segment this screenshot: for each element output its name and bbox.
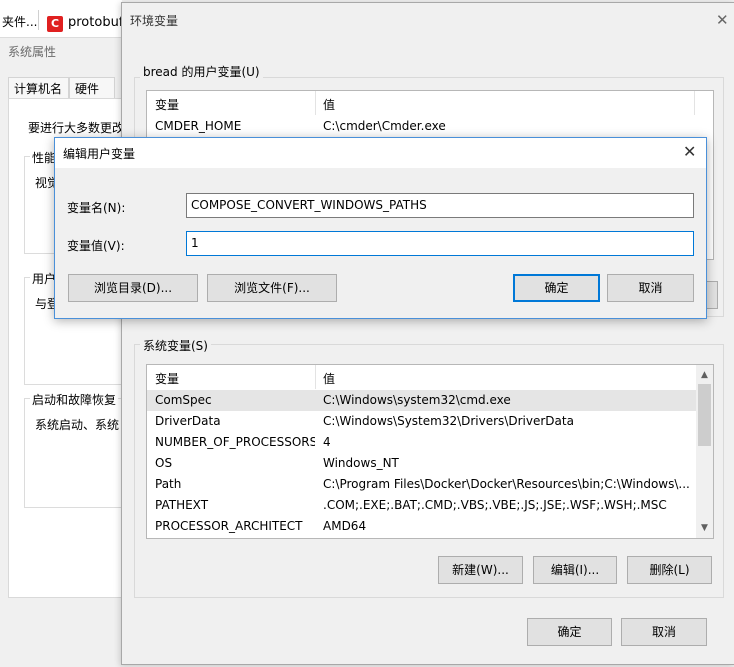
- row-name: DriverData: [155, 414, 221, 428]
- cancel-button[interactable]: 取消: [621, 618, 707, 646]
- variable-value-label: 变量值(V):: [67, 239, 125, 253]
- variable-name-field[interactable]: COMPOSE_CONVERT_WINDOWS_PATHS: [186, 193, 694, 218]
- system-properties-window: 系统属性 计算机名 硬件 要进行大多数更改 性能 视觉 用户 与登 启动和故障恢…: [0, 38, 125, 633]
- column-divider[interactable]: [315, 365, 316, 389]
- dialog-title: 编辑用户变量: [63, 147, 136, 161]
- new-system-variable-button[interactable]: 新建(W)...: [438, 556, 523, 584]
- intro-text: 要进行大多数更改: [28, 121, 125, 135]
- variable-name-label: 变量名(N):: [67, 201, 126, 215]
- user-variables-button-partial[interactable]: [706, 281, 718, 309]
- window-title: 环境变量: [130, 14, 179, 28]
- tab-computer-name[interactable]: 计算机名: [8, 77, 69, 98]
- row-value: C:\Windows\system32\cmd.exe: [323, 393, 511, 407]
- app-title[interactable]: protobuf-: [68, 15, 127, 30]
- column-header-name[interactable]: 变量: [155, 370, 179, 387]
- startup-group: [24, 398, 123, 508]
- column-header-value[interactable]: 值: [323, 370, 335, 387]
- table-row[interactable]: PATHEXT .COM;.EXE;.BAT;.CMD;.VBS;.VBE;.J…: [147, 495, 697, 516]
- column-divider[interactable]: [694, 91, 695, 115]
- table-row[interactable]: OS Windows_NT: [147, 453, 697, 474]
- column-header-value[interactable]: 值: [323, 96, 335, 113]
- delete-system-variable-button[interactable]: 删除(L): [627, 556, 712, 584]
- title-bar[interactable]: 编辑用户变量 ✕: [55, 138, 706, 168]
- chevron-down-icon[interactable]: ▼: [696, 520, 713, 537]
- row-value: C:\Windows\System32\Drivers\DriverData: [323, 414, 574, 428]
- ok-button[interactable]: 确定: [527, 618, 612, 646]
- edit-user-variable-dialog: 编辑用户变量 ✕ 变量名(N): COMPOSE_CONVERT_WINDOWS…: [54, 137, 707, 319]
- table-row[interactable]: DriverData C:\Windows\System32\Drivers\D…: [147, 411, 697, 432]
- table-row[interactable]: ComSpec C:\Windows\system32\cmd.exe: [147, 390, 697, 411]
- table-row[interactable]: PROCESSOR_ARCHITECT AMD64: [147, 516, 697, 537]
- background-taskbar-strip: 夹件... C protobuf-: [0, 0, 127, 38]
- browse-directory-button[interactable]: 浏览目录(D)...: [68, 274, 198, 302]
- close-icon[interactable]: ✕: [683, 142, 696, 161]
- window-title: 系统属性: [8, 45, 57, 59]
- chevron-up-icon[interactable]: ▲: [696, 367, 713, 384]
- column-header-name[interactable]: 变量: [155, 96, 179, 113]
- system-variables-list[interactable]: 变量 值 ComSpec C:\Windows\system32\cmd.exe…: [146, 364, 714, 539]
- system-variables-label: 系统变量(S): [140, 337, 211, 354]
- row-name: OS: [155, 456, 173, 470]
- row-value: Windows_NT: [323, 456, 399, 470]
- column-divider[interactable]: [315, 91, 316, 115]
- user-variables-label: bread 的用户变量(U): [140, 63, 263, 80]
- tab-hardware[interactable]: 硬件: [69, 77, 115, 98]
- row-value: .COM;.EXE;.BAT;.CMD;.VBS;.VBE;.JS;.JSE;.…: [323, 498, 667, 512]
- row-name: CMDER_HOME: [155, 119, 242, 133]
- list-header: 变量 值: [147, 91, 713, 115]
- row-value: AMD64: [323, 519, 367, 533]
- browse-file-button[interactable]: 浏览文件(F)...: [207, 274, 337, 302]
- scroll-thumb[interactable]: [698, 384, 711, 446]
- environment-variables-window: 环境变量 ✕ bread 的用户变量(U) 变量 值 CMDER_HOME C:…: [121, 2, 734, 665]
- truncated-tab-text: 夹件...: [2, 15, 38, 29]
- row-value: C:\cmder\Cmder.exe: [323, 119, 446, 133]
- list-header: 变量 值: [147, 365, 713, 389]
- row-name: ComSpec: [155, 393, 212, 407]
- startup-text: 系统启动、系统: [35, 418, 120, 432]
- divider: [38, 10, 39, 30]
- row-name: PATHEXT: [155, 498, 209, 512]
- startup-group-label: 启动和故障恢复: [30, 391, 119, 408]
- ok-button[interactable]: 确定: [513, 274, 600, 302]
- row-name: Path: [155, 477, 182, 491]
- row-name: PROCESSOR_ARCHITECT: [155, 519, 303, 533]
- row-value: C:\Program Files\Docker\Docker\Resources…: [323, 477, 690, 491]
- cancel-button[interactable]: 取消: [607, 274, 694, 302]
- row-value: 4: [323, 435, 331, 449]
- table-row[interactable]: CMDER_HOME C:\cmder\Cmder.exe: [147, 116, 713, 137]
- app-icon[interactable]: C: [47, 16, 63, 32]
- vertical-scrollbar[interactable]: ▲ ▼: [696, 365, 713, 538]
- table-row[interactable]: Path C:\Program Files\Docker\Docker\Reso…: [147, 474, 697, 495]
- close-icon[interactable]: ✕: [716, 11, 729, 29]
- variable-value-field[interactable]: 1: [186, 231, 694, 256]
- edit-system-variable-button[interactable]: 编辑(I)...: [533, 556, 617, 584]
- row-name: NUMBER_OF_PROCESSORS: [155, 435, 315, 449]
- table-row[interactable]: NUMBER_OF_PROCESSORS 4: [147, 432, 697, 453]
